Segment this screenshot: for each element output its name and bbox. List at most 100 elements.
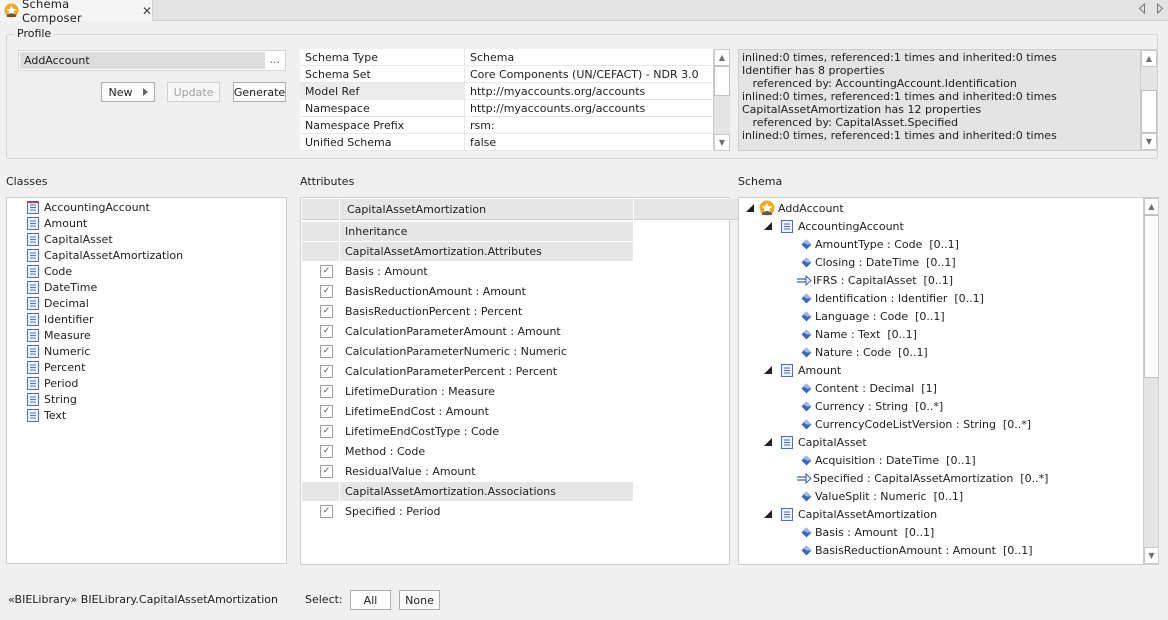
profile-name-field[interactable]: AddAccount ... bbox=[18, 50, 286, 71]
property-value[interactable]: http://myaccounts.org/accounts bbox=[465, 83, 650, 99]
close-icon[interactable]: ✕ bbox=[142, 4, 152, 18]
property-value[interactable]: false bbox=[465, 134, 501, 150]
attribute-name: CalculationParameterAmount : Amount bbox=[345, 324, 561, 338]
schema-scrollbar[interactable]: ▲ ▼ bbox=[1143, 198, 1158, 564]
attribute-checkbox[interactable]: ✓ bbox=[320, 464, 333, 478]
class-list-item[interactable]: Text bbox=[27, 407, 66, 423]
property-row[interactable]: Unified Schema false bbox=[300, 134, 712, 151]
property-row[interactable]: Namespace Prefix rsm: bbox=[300, 117, 712, 134]
attribute-checkbox[interactable]: ✓ bbox=[320, 504, 333, 518]
tree-node-attr[interactable]: Language : Code [0..1] bbox=[801, 307, 945, 325]
triangle-left-icon[interactable] bbox=[1138, 2, 1148, 15]
update-button[interactable]: Update bbox=[167, 82, 220, 102]
attribute-checkbox[interactable]: ✓ bbox=[320, 344, 333, 358]
attributes-header-title[interactable]: CapitalAssetAmortization bbox=[339, 199, 633, 220]
classes-list[interactable]: AccountingAccount Amount CapitalAsset Capit… bbox=[6, 197, 287, 564]
attributes-group-row[interactable]: CapitalAssetAmortization.Attributes bbox=[339, 242, 633, 261]
property-value[interactable]: Core Components (UN/CEFACT) - NDR 3.0 bbox=[465, 66, 704, 82]
class-list-item[interactable]: CapitalAsset bbox=[27, 231, 113, 247]
browse-button[interactable]: ... bbox=[270, 53, 281, 66]
scroll-up-icon[interactable]: ▲ bbox=[1144, 198, 1158, 215]
scroll-thumb[interactable] bbox=[714, 66, 730, 96]
tree-node-attr[interactable]: Name : Text [0..1] bbox=[801, 325, 917, 343]
expand-triangle-icon[interactable] bbox=[763, 509, 773, 519]
class-list-item[interactable]: DateTime bbox=[27, 279, 97, 295]
property-row[interactable]: Model Ref http://myaccounts.org/accounts bbox=[300, 83, 712, 100]
scroll-down-icon[interactable]: ▼ bbox=[714, 134, 730, 151]
attribute-checkbox[interactable]: ✓ bbox=[320, 384, 333, 398]
tree-node-root[interactable]: AddAccount bbox=[745, 199, 844, 217]
tree-node-attr[interactable]: Content : Decimal [1] bbox=[801, 379, 937, 397]
profile-root-icon bbox=[759, 200, 775, 216]
tree-node-attr[interactable]: Currency : String [0..*] bbox=[801, 397, 943, 415]
class-list-item[interactable]: Measure bbox=[27, 327, 91, 343]
scroll-up-icon[interactable]: ▲ bbox=[1141, 50, 1157, 67]
tree-node-attr[interactable]: Identification : Identifier [0..1] bbox=[801, 289, 984, 307]
tree-node-class[interactable]: AccountingAccount bbox=[763, 217, 904, 235]
attribute-checkbox[interactable]: ✓ bbox=[320, 284, 333, 298]
tree-node-class[interactable]: CapitalAsset bbox=[763, 433, 867, 451]
property-value[interactable]: Schema bbox=[465, 49, 519, 65]
info-scrollbar[interactable]: ▲ ▼ bbox=[1140, 50, 1157, 150]
new-button[interactable]: New bbox=[101, 82, 155, 102]
triangle-right-icon[interactable] bbox=[1156, 2, 1166, 15]
attribute-checkbox[interactable]: ✓ bbox=[320, 304, 333, 318]
scroll-down-icon[interactable]: ▼ bbox=[1141, 133, 1157, 150]
class-icon bbox=[27, 328, 39, 342]
expand-triangle-icon[interactable] bbox=[763, 221, 773, 231]
attribute-checkbox[interactable]: ✓ bbox=[320, 444, 333, 458]
class-icon bbox=[781, 507, 793, 521]
generate-button[interactable]: Generate bbox=[233, 82, 286, 102]
expand-triangle-icon[interactable] bbox=[745, 203, 755, 213]
properties-scrollbar[interactable]: ▲ ▼ bbox=[713, 49, 730, 151]
tree-node-class[interactable]: CapitalAssetAmortization bbox=[763, 505, 937, 523]
tree-node-attr[interactable]: Acquisition : DateTime [0..1] bbox=[801, 451, 976, 469]
attribute-checkbox[interactable]: ✓ bbox=[320, 324, 333, 338]
tree-node-assoc[interactable]: Specified : CapitalAssetAmortization [0.… bbox=[797, 469, 1048, 487]
property-value[interactable]: http://myaccounts.org/accounts bbox=[465, 100, 650, 116]
attribute-name: ResidualValue : Amount bbox=[345, 464, 476, 478]
expand-triangle-icon[interactable] bbox=[763, 365, 773, 375]
property-row[interactable]: Namespace http://myaccounts.org/accounts bbox=[300, 100, 712, 117]
property-value[interactable]: rsm: bbox=[465, 117, 500, 133]
tree-node-attr[interactable]: AmountType : Code [0..1] bbox=[801, 235, 959, 253]
tree-node-attr[interactable]: Closing : DateTime [0..1] bbox=[801, 253, 956, 271]
tree-node-attr[interactable]: ValueSplit : Numeric [0..1] bbox=[801, 487, 963, 505]
attributes-list[interactable]: CapitalAssetAmortization Inheritance Capi… bbox=[300, 197, 1029, 565]
scroll-thumb[interactable] bbox=[1141, 90, 1157, 133]
property-row[interactable]: Schema Type Schema bbox=[300, 49, 712, 66]
tree-node-attr[interactable]: Basis : Amount [0..1] bbox=[801, 523, 934, 541]
class-list-item[interactable]: Code bbox=[27, 263, 72, 279]
attribute-checkbox[interactable]: ✓ bbox=[320, 404, 333, 418]
tree-node-attr[interactable]: CurrencyCodeListVersion : String [0..*] bbox=[801, 415, 1031, 433]
class-list-item[interactable]: String bbox=[27, 391, 77, 407]
attribute-checkbox[interactable]: ✓ bbox=[320, 424, 333, 438]
property-key: Model Ref bbox=[300, 83, 465, 99]
associations-group-row[interactable]: CapitalAssetAmortization.Associations bbox=[339, 482, 633, 501]
scroll-thumb[interactable] bbox=[1144, 215, 1158, 378]
expand-triangle-icon[interactable] bbox=[763, 437, 773, 447]
select-none-button[interactable]: None bbox=[399, 590, 440, 610]
class-name: Period bbox=[44, 376, 79, 390]
tree-node-assoc[interactable]: IFRS : CapitalAsset [0..1] bbox=[797, 271, 953, 289]
class-list-item[interactable]: Amount bbox=[27, 215, 87, 231]
tree-node-class[interactable]: Amount bbox=[763, 361, 841, 379]
class-list-item[interactable]: Percent bbox=[27, 359, 85, 375]
attribute-checkbox[interactable]: ✓ bbox=[320, 364, 333, 378]
class-list-item[interactable]: Period bbox=[27, 375, 78, 391]
class-list-item[interactable]: AccountingAccount bbox=[27, 199, 150, 215]
tree-node-attr[interactable]: Nature : Code [0..1] bbox=[801, 343, 928, 361]
class-list-item[interactable]: Decimal bbox=[27, 295, 89, 311]
attribute-checkbox[interactable]: ✓ bbox=[320, 264, 333, 278]
select-all-button[interactable]: All bbox=[350, 590, 391, 610]
class-list-item[interactable]: CapitalAssetAmortization bbox=[27, 247, 183, 263]
class-list-item[interactable]: Numeric bbox=[27, 343, 90, 359]
property-row[interactable]: Schema Set Core Components (UN/CEFACT) -… bbox=[300, 66, 712, 83]
scroll-up-icon[interactable]: ▲ bbox=[714, 49, 730, 66]
scroll-down-icon[interactable]: ▼ bbox=[1144, 547, 1158, 564]
tree-node-attr[interactable]: BasisReductionAmount : Amount [0..1] bbox=[801, 541, 1033, 559]
tab-schema-composer[interactable]: Schema Composer ✕ bbox=[0, 0, 153, 25]
class-list-item[interactable]: Identifier bbox=[27, 311, 94, 327]
inheritance-group-row[interactable]: Inheritance bbox=[339, 222, 633, 241]
schema-tree[interactable]: BasisReductionAmount : Amount [0..1] Basi… bbox=[738, 197, 1159, 565]
